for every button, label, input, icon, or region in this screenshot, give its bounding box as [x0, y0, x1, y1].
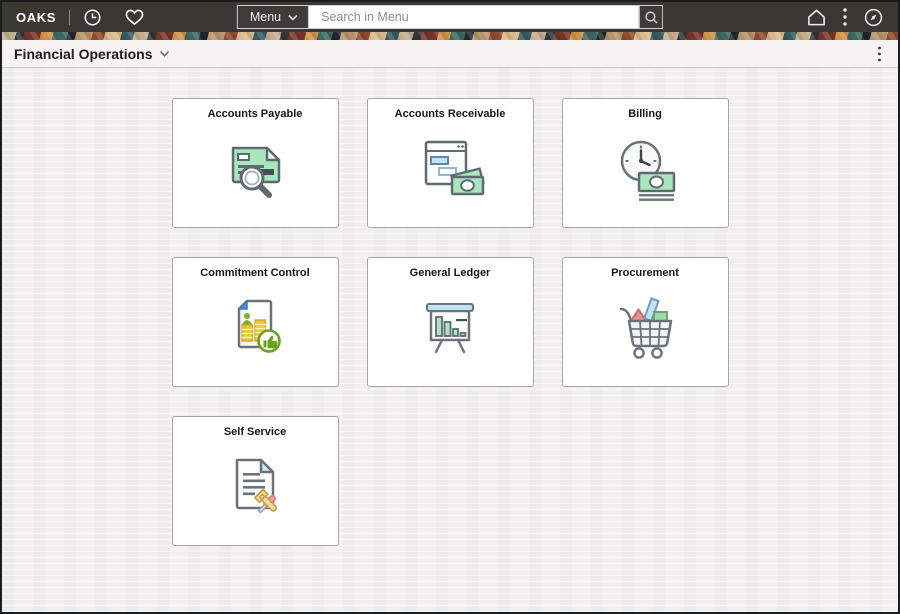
general-ledger-icon [368, 289, 533, 361]
accounts-receivable-icon [368, 130, 533, 202]
home-icon[interactable] [806, 8, 827, 27]
top-bar: OAKS Menu [2, 2, 898, 32]
tile-label: Procurement [611, 267, 679, 279]
banner-pattern-strip [2, 32, 898, 40]
heart-icon[interactable] [124, 8, 145, 27]
kebab-menu-icon[interactable] [877, 46, 886, 62]
commitment-control-icon [173, 289, 338, 361]
kebab-menu-icon[interactable] [842, 7, 848, 27]
procurement-icon [563, 289, 728, 361]
menu-button-label: Menu [249, 10, 282, 24]
tile-label: Commitment Control [200, 267, 310, 279]
menu-button[interactable]: Menu [236, 5, 310, 29]
search-box [309, 5, 664, 29]
tile-self-service[interactable]: Self Service [171, 416, 339, 546]
tile-grid: Accounts Payable Accounts Receivable Bil… [171, 98, 729, 546]
search-input[interactable] [309, 6, 640, 28]
tile-commitment-control[interactable]: Commitment Control [171, 257, 339, 387]
accounts-payable-icon [173, 130, 338, 202]
app-window: OAKS Menu Search in Menu Financial Opera… [0, 0, 900, 614]
tile-label: Accounts Receivable [394, 108, 506, 120]
compass-icon[interactable] [863, 7, 884, 28]
billing-icon [563, 130, 728, 202]
tile-accounts-receivable[interactable]: Accounts Receivable [366, 98, 534, 228]
tile-billing[interactable]: Billing [561, 98, 729, 228]
page-header-bar: Financial Operations [2, 40, 898, 68]
tile-accounts-payable[interactable]: Accounts Payable [171, 98, 339, 228]
search-button[interactable] [639, 6, 663, 28]
self-service-icon [173, 448, 338, 520]
tile-label: Self Service [223, 426, 287, 438]
header-search-group: Menu [236, 5, 664, 29]
chevron-down-icon[interactable] [159, 50, 170, 58]
homepage-content: Accounts Payable Accounts Receivable Bil… [2, 68, 898, 612]
clock-icon[interactable] [83, 8, 102, 27]
divider [68, 9, 70, 25]
tile-label: Accounts Payable [207, 108, 303, 120]
chevron-down-icon [288, 14, 298, 21]
oaks-logo: OAKS [16, 9, 56, 25]
tile-general-ledger[interactable]: General Ledger [366, 257, 534, 387]
page-title: Financial Operations [14, 45, 153, 62]
search-icon [645, 11, 658, 24]
topbar-right-actions [806, 7, 890, 28]
tile-procurement[interactable]: Procurement [561, 257, 729, 387]
tile-label: General Ledger [409, 267, 491, 279]
tile-label: Billing [628, 108, 662, 120]
